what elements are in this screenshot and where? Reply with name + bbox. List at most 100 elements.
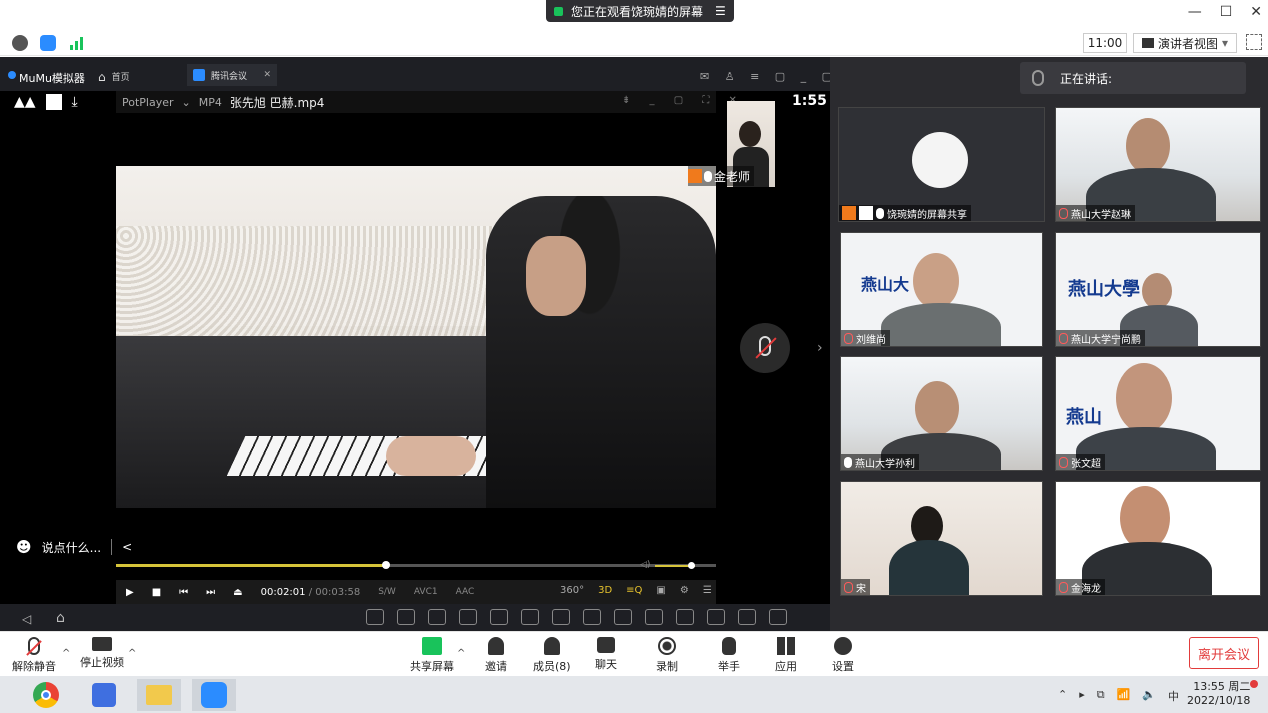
participant-tile[interactable]: 燕山大学赵琳 <box>1055 107 1261 222</box>
raise-hand-button[interactable]: 举手 <box>718 637 740 674</box>
mumu-meeting-tab[interactable]: 腾讯会议 ✕ <box>187 64 277 86</box>
chat-input[interactable]: ☻ 说点什么... < <box>16 535 132 559</box>
info-icon[interactable] <box>12 35 28 51</box>
home-icon[interactable]: ⌂ <box>56 610 65 626</box>
share-screen-icon <box>422 637 442 655</box>
tool-icon[interactable] <box>769 609 787 625</box>
volume-icon[interactable]: 🔈 <box>1142 688 1156 704</box>
3d-button[interactable]: 3D <box>598 585 612 596</box>
phone-clock: 1:55 <box>792 93 827 109</box>
apps-button[interactable]: 应用 <box>775 637 797 674</box>
tool-icon[interactable] <box>490 609 508 625</box>
seek-bar[interactable] <box>116 564 716 567</box>
stop-video-button[interactable]: 停止视频 <box>80 637 124 670</box>
mic-muted-icon <box>1059 581 1068 593</box>
tool-icon[interactable] <box>614 609 632 625</box>
tool-icon[interactable] <box>397 609 415 625</box>
participant-tile[interactable]: 金海龙 <box>1055 481 1261 596</box>
flag-icon[interactable]: ▸ <box>1079 688 1085 704</box>
participant-tile[interactable]: 饶琬婧的屏幕共享 <box>838 107 1045 222</box>
duration: / 00:03:58 <box>308 586 361 598</box>
tool-icon[interactable] <box>459 609 477 625</box>
eject-icon[interactable]: ⏏ <box>233 587 242 598</box>
participant-label: 燕山大学宁尚鹏 <box>1056 330 1145 346</box>
network-icon[interactable]: 📶 <box>1117 688 1131 704</box>
participant-name: 燕山大学孙利 <box>855 458 915 470</box>
volume-icon[interactable]: ◁) <box>640 560 650 570</box>
participant-tile[interactable]: 燕山大学孙利 <box>840 356 1043 471</box>
screen-share-banner[interactable]: 您正在观看饶琬婧的屏幕 ☰ <box>546 0 734 22</box>
mumu-home-tab[interactable]: ⌂ 首页 <box>98 70 130 84</box>
chevron-up-icon[interactable]: ^ <box>128 648 136 659</box>
wps-taskbar-button[interactable] <box>82 679 126 711</box>
ime-icon[interactable]: 中 <box>1168 688 1179 704</box>
tool-icon[interactable] <box>676 609 694 625</box>
tool-icon[interactable] <box>552 609 570 625</box>
chat-button[interactable]: 聊天 <box>595 637 617 672</box>
volume-handle[interactable] <box>688 562 695 569</box>
next-icon[interactable]: ⏭ <box>206 587 215 598</box>
close-tab-icon[interactable]: ✕ <box>263 70 271 80</box>
equalizer-button[interactable]: ≡Q <box>626 585 642 596</box>
maximize-button[interactable]: ☐ <box>1220 4 1233 20</box>
record-button[interactable]: 录制 <box>656 637 678 674</box>
tool-icon[interactable] <box>645 609 663 625</box>
back-icon[interactable]: ◁ <box>22 612 31 626</box>
clock-time: 13:55 周二 <box>1193 680 1251 693</box>
stop-icon[interactable]: ■ <box>152 587 161 598</box>
emoji-icon[interactable]: ☻ <box>16 538 32 556</box>
settings-gear-icon[interactable]: ⚙ <box>680 585 689 596</box>
banner-menu-icon[interactable]: ☰ <box>715 4 726 18</box>
chrome-taskbar-button[interactable] <box>24 679 68 711</box>
close-button[interactable]: ✕ <box>1250 4 1262 20</box>
potplayer-app-name[interactable]: PotPlayer <box>122 96 174 109</box>
tool-icon[interactable] <box>428 609 446 625</box>
vr-360-button[interactable]: 360° <box>560 585 584 596</box>
tencent-meeting-taskbar-button[interactable] <box>192 679 236 711</box>
members-label: 成员(8) <box>533 660 571 673</box>
menu-icon[interactable]: ☰ <box>703 585 712 596</box>
tool-icon[interactable] <box>366 609 384 625</box>
leave-meeting-button[interactable]: 离开会议 <box>1189 637 1259 669</box>
tool-icon[interactable] <box>583 609 601 625</box>
file-explorer-taskbar-button[interactable] <box>137 679 181 711</box>
participant-label: 燕山大学孙利 <box>841 454 919 470</box>
share-screen-button[interactable]: 共享屏幕 <box>410 637 454 674</box>
chevron-down-icon[interactable]: ⌄ <box>182 96 191 109</box>
tool-icon[interactable] <box>707 609 725 625</box>
mic-icon <box>876 207 884 219</box>
participant-tile[interactable]: 燕山大 刘维尚 <box>840 232 1043 347</box>
capture-button[interactable]: ▣ <box>656 585 665 596</box>
settings-button[interactable]: 设置 <box>832 637 854 674</box>
minimize-button[interactable]: — <box>1188 4 1202 20</box>
participant-tile[interactable]: 燕山大學 燕山大学宁尚鹏 <box>1055 232 1261 347</box>
participant-name: 燕山大学赵琳 <box>1071 209 1131 221</box>
chat-placeholder: 说点什么... <box>41 540 102 555</box>
display-icon[interactable]: ⧉ <box>1097 688 1105 704</box>
fullscreen-icon[interactable] <box>1246 34 1262 50</box>
chevron-left-icon[interactable]: < <box>122 540 132 554</box>
chevron-up-icon[interactable]: ^ <box>62 648 70 659</box>
screen-share-icon <box>859 206 873 220</box>
collapse-panel-icon[interactable]: › <box>817 340 823 356</box>
tool-icon[interactable] <box>738 609 756 625</box>
seek-handle[interactable] <box>382 561 390 569</box>
system-clock[interactable]: 13:55 周二 2022/10/18 <box>1187 680 1250 708</box>
participant-tile[interactable]: 燕山 张文超 <box>1055 356 1261 471</box>
tray-expand-icon[interactable]: ⌃ <box>1058 688 1067 704</box>
teacher-name: 金老师 <box>714 169 751 184</box>
members-button[interactable]: 成员(8) <box>533 637 571 674</box>
participant-name: 饶琬婧的屏幕共享 <box>887 209 967 221</box>
presenter-view-dropdown[interactable]: 演讲者视图 ▾ <box>1133 33 1237 53</box>
previous-icon[interactable]: ⏮ <box>179 587 188 598</box>
invite-button[interactable]: 邀请 <box>485 637 507 674</box>
signal-strength-icon[interactable] <box>70 36 86 50</box>
muted-mic-icon[interactable] <box>740 323 790 373</box>
play-icon[interactable]: ▶ <box>126 587 134 598</box>
participant-tile[interactable]: 宋 <box>840 481 1043 596</box>
tool-icon[interactable] <box>521 609 539 625</box>
mic-muted-icon <box>844 581 853 593</box>
unmute-button[interactable]: 解除静音 <box>12 637 56 674</box>
security-shield-icon[interactable] <box>40 35 56 51</box>
chevron-up-icon[interactable]: ^ <box>457 648 465 659</box>
